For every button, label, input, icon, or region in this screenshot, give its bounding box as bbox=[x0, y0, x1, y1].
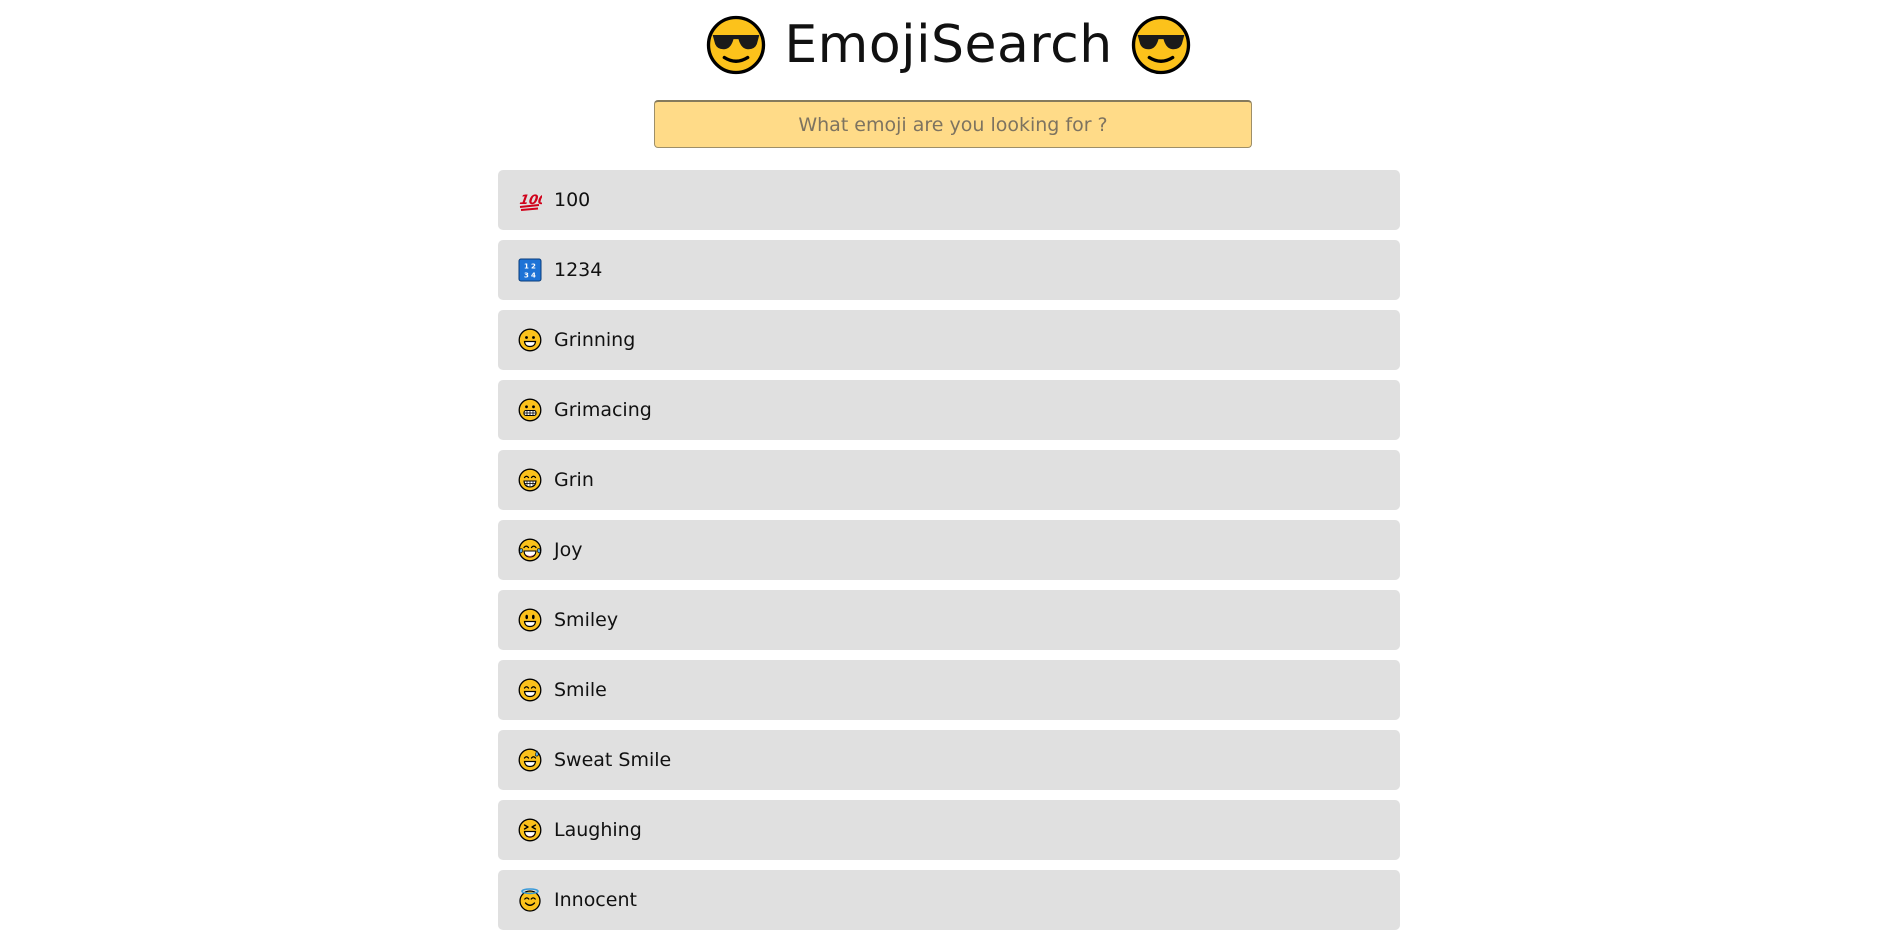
svg-text:2: 2 bbox=[531, 263, 536, 271]
emoji-result-label: Joy bbox=[554, 539, 583, 561]
beaming-face-icon bbox=[518, 468, 542, 492]
emoji-result-label: Grimacing bbox=[554, 399, 652, 421]
search-container bbox=[654, 100, 1252, 148]
hundred-points-icon: 100 bbox=[518, 193, 542, 211]
emoji-result-row[interactable]: Smiley bbox=[498, 590, 1400, 650]
emoji-result-label: Grin bbox=[554, 469, 594, 491]
smile-face-icon bbox=[518, 678, 542, 702]
emoji-result-label: Laughing bbox=[554, 819, 642, 841]
emoji-result-row[interactable]: 100 100 bbox=[498, 170, 1400, 230]
sunglasses-face-icon bbox=[707, 15, 766, 75]
emoji-result-label: 1234 bbox=[554, 259, 603, 281]
emoji-result-label: Sweat Smile bbox=[554, 749, 672, 771]
svg-text:1: 1 bbox=[524, 263, 529, 271]
emoji-result-row[interactable]: Laughing bbox=[498, 800, 1400, 860]
emoji-result-label: Grinning bbox=[554, 329, 636, 351]
emoji-result-row[interactable]: Grimacing bbox=[498, 380, 1400, 440]
emoji-result-label: 100 bbox=[554, 189, 591, 211]
emoji-result-label: Smile bbox=[554, 679, 607, 701]
svg-text:4: 4 bbox=[531, 272, 536, 280]
emoji-result-row[interactable]: 1 2 3 4 1234 bbox=[498, 240, 1400, 300]
input-numbers-icon: 1 2 3 4 bbox=[518, 258, 542, 282]
emoji-result-row[interactable]: Grin bbox=[498, 450, 1400, 510]
search-input[interactable] bbox=[654, 100, 1252, 148]
emoji-result-label: Innocent bbox=[554, 889, 637, 911]
grinning-face-icon bbox=[518, 328, 542, 352]
app-header: EmojiSearch bbox=[0, 10, 1897, 80]
emoji-results-list: 100 100 1 2 3 4 1234 Grinning Grimacing … bbox=[498, 170, 1400, 940]
svg-text:3: 3 bbox=[524, 272, 529, 280]
innocent-face-icon bbox=[519, 888, 541, 912]
sweat-smile-face-icon bbox=[518, 748, 542, 772]
emoji-result-label: Smiley bbox=[554, 609, 619, 631]
emoji-result-row[interactable]: Smile bbox=[498, 660, 1400, 720]
smiley-face-icon bbox=[518, 608, 542, 632]
tears-of-joy-face-icon bbox=[518, 538, 542, 562]
emoji-result-row[interactable]: Grinning bbox=[498, 310, 1400, 370]
sunglasses-face-icon bbox=[1131, 15, 1190, 75]
laughing-face-icon bbox=[518, 818, 542, 842]
emoji-result-row[interactable]: Sweat Smile bbox=[498, 730, 1400, 790]
grimacing-face-icon bbox=[518, 398, 542, 422]
page-title: EmojiSearch bbox=[784, 15, 1113, 75]
emoji-result-row[interactable]: Innocent bbox=[498, 870, 1400, 930]
emoji-result-row[interactable]: Joy bbox=[498, 520, 1400, 580]
